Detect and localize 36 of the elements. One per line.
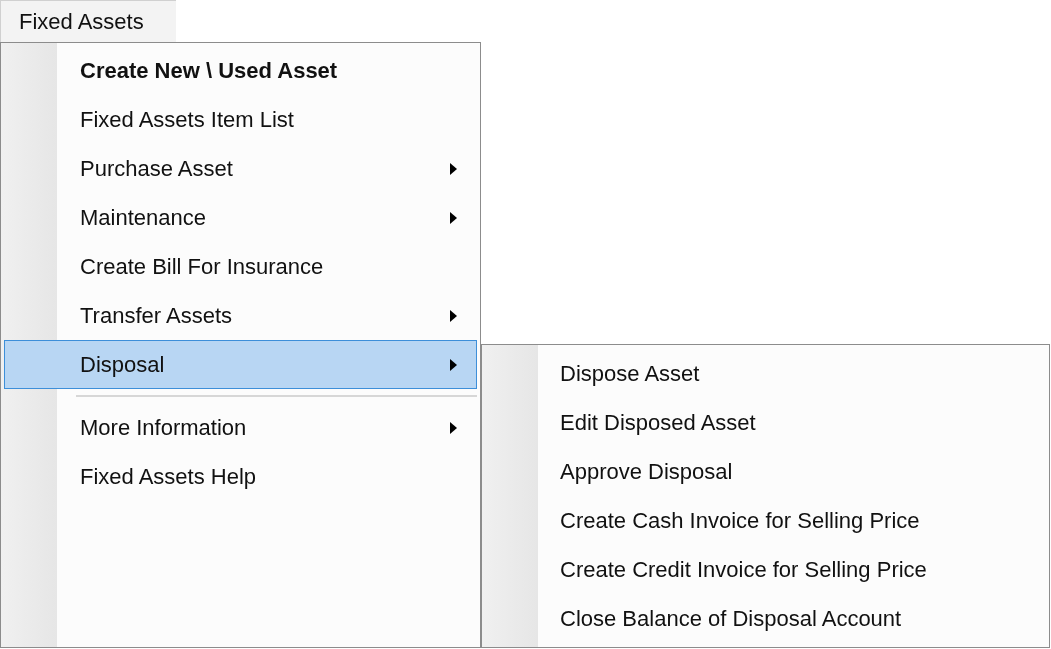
menu-item[interactable]: Fixed Assets Help — [4, 452, 477, 501]
menu-item[interactable]: Create Credit Invoice for Selling Price — [484, 545, 1047, 594]
menu-item[interactable]: Transfer Assets — [4, 291, 477, 340]
menu-item[interactable]: Dispose Asset — [484, 349, 1047, 398]
menu-item-label: Edit Disposed Asset — [560, 409, 757, 437]
menu-item[interactable]: Disposal — [4, 340, 477, 389]
menu-item-label: Transfer Assets — [80, 302, 233, 330]
menu-item-label: Create Bill For Insurance — [80, 253, 325, 281]
menu-item-label: Fixed Assets Item List — [80, 106, 295, 134]
menu-item-label: Create Cash Invoice for Selling Price — [560, 507, 921, 535]
menu-item-label: Purchase Asset — [80, 155, 234, 183]
menu-item-label: Approve Disposal — [560, 458, 734, 486]
menu-item[interactable]: More Information — [4, 403, 477, 452]
menu-item[interactable]: Close Balance of Disposal Account — [484, 594, 1047, 643]
submenu-arrow-icon — [449, 420, 458, 435]
menu-item-label: Maintenance — [80, 204, 207, 232]
submenu-arrow-icon — [449, 308, 458, 323]
menu-item[interactable]: Fixed Assets Item List — [4, 95, 477, 144]
submenu-arrow-icon — [449, 357, 458, 372]
menu-bar-item[interactable]: Fixed Assets — [0, 0, 176, 42]
menu-item[interactable]: Maintenance — [4, 193, 477, 242]
submenu-arrow-icon — [449, 161, 458, 176]
menu-item-label: Create Credit Invoice for Selling Price — [560, 556, 928, 584]
menu-item-label: Dispose Asset — [560, 360, 701, 388]
menu-item-label: Close Balance of Disposal Account — [560, 605, 903, 633]
menu-item[interactable]: Edit Disposed Asset — [484, 398, 1047, 447]
menu-item-label: Disposal — [80, 351, 166, 379]
menu-item[interactable]: Create Cash Invoice for Selling Price — [484, 496, 1047, 545]
menu-item-label: Create New \ Used Asset — [80, 57, 339, 85]
menu-item-label: Fixed Assets Help — [80, 463, 258, 491]
menu-item[interactable]: Create New \ Used Asset — [4, 46, 477, 95]
menu-item-label: More Information — [80, 414, 248, 442]
menu-item[interactable]: Approve Disposal — [484, 447, 1047, 496]
menu-item[interactable]: Purchase Asset — [4, 144, 477, 193]
submenu-arrow-icon — [449, 210, 458, 225]
menu-item[interactable]: Create Bill For Insurance — [4, 242, 477, 291]
